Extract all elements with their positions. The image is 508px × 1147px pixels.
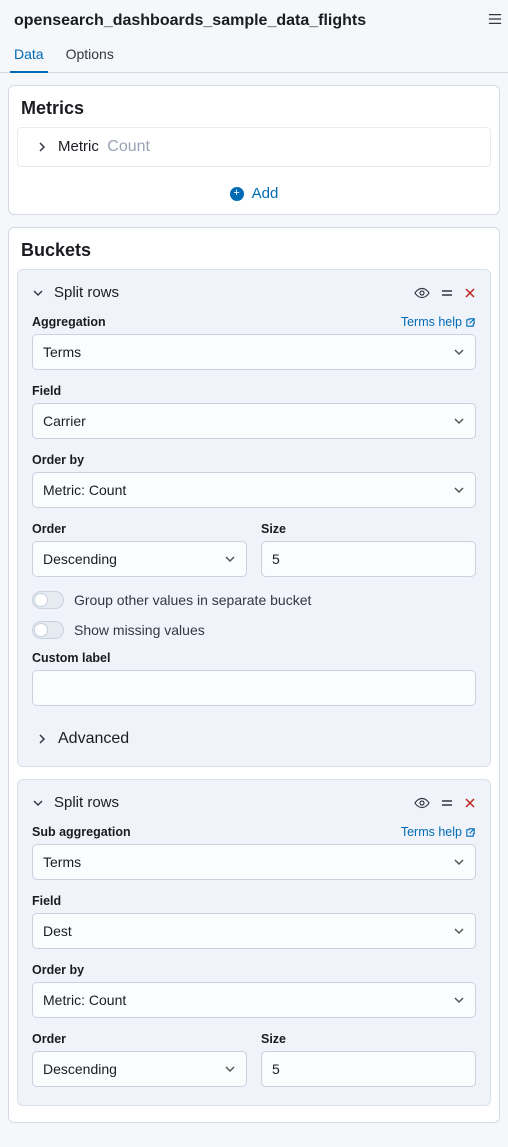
metric-label: Metric — [58, 138, 99, 155]
buckets-heading: Buckets — [9, 228, 499, 269]
terms-help-text: Terms help — [401, 315, 462, 329]
subaggregation-label: Sub aggregation — [32, 825, 131, 839]
chevron-right-icon — [36, 733, 48, 745]
advanced-toggle[interactable]: Advanced — [32, 720, 476, 762]
size-input[interactable] — [261, 1051, 476, 1087]
remove-icon[interactable] — [464, 797, 476, 809]
bucket-title: Split rows — [54, 794, 119, 811]
tabs: Data Options — [0, 38, 508, 73]
remove-icon[interactable] — [464, 287, 476, 299]
orderby-label: Order by — [32, 453, 84, 467]
terms-help-link[interactable]: Terms help — [401, 315, 476, 329]
aggregation-label: Aggregation — [32, 315, 106, 329]
orderby-select[interactable]: Metric: Count — [32, 472, 476, 508]
eye-icon[interactable] — [414, 285, 430, 301]
order-label: Order — [32, 1032, 66, 1046]
bucket-toggle[interactable]: Split rows — [32, 284, 119, 301]
group-other-label: Group other values in separate bucket — [74, 592, 311, 608]
bucket-toggle[interactable]: Split rows — [32, 794, 119, 811]
metrics-heading: Metrics — [9, 86, 499, 127]
group-other-toggle[interactable] — [32, 591, 64, 609]
advanced-label: Advanced — [58, 730, 129, 748]
add-metric-button[interactable]: + Add — [230, 185, 279, 202]
plus-circle-icon: + — [230, 187, 244, 201]
terms-help-link[interactable]: Terms help — [401, 825, 476, 839]
drag-handle-icon[interactable] — [440, 286, 454, 300]
bucket-card-2: Split rows Sub aggregation — [17, 779, 491, 1106]
orderby-label: Order by — [32, 963, 84, 977]
size-input[interactable] — [261, 541, 476, 577]
field-label: Field — [32, 894, 61, 908]
tab-options[interactable]: Options — [64, 38, 116, 72]
add-label: Add — [252, 185, 279, 202]
external-link-icon — [465, 827, 476, 838]
bucket-title: Split rows — [54, 284, 119, 301]
show-missing-label: Show missing values — [74, 622, 205, 638]
show-missing-toggle[interactable] — [32, 621, 64, 639]
custom-label-label: Custom label — [32, 651, 111, 665]
custom-label-input[interactable] — [32, 670, 476, 706]
eye-icon[interactable] — [414, 795, 430, 811]
order-select[interactable]: Descending — [32, 541, 247, 577]
external-link-icon — [465, 317, 476, 328]
chevron-right-icon — [36, 141, 48, 153]
drag-handle-icon[interactable] — [440, 796, 454, 810]
buckets-panel: Buckets Split rows — [8, 227, 500, 1123]
page-title: opensearch_dashboards_sample_data_flight… — [0, 0, 508, 38]
size-label: Size — [261, 522, 286, 536]
terms-help-text: Terms help — [401, 825, 462, 839]
order-label: Order — [32, 522, 66, 536]
field-label: Field — [32, 384, 61, 398]
hamburger-icon[interactable] — [488, 12, 502, 26]
bucket-card-1: Split rows Aggregation — [17, 269, 491, 767]
field-select[interactable]: Dest — [32, 913, 476, 949]
metric-item[interactable]: Metric Count — [17, 127, 491, 167]
metrics-panel: Metrics Metric Count + Add — [8, 85, 500, 215]
order-select[interactable]: Descending — [32, 1051, 247, 1087]
tab-data[interactable]: Data — [12, 38, 46, 72]
chevron-down-icon — [32, 287, 44, 299]
aggregation-select[interactable]: Terms — [32, 334, 476, 370]
subaggregation-select[interactable]: Terms — [32, 844, 476, 880]
orderby-select[interactable]: Metric: Count — [32, 982, 476, 1018]
chevron-down-icon — [32, 797, 44, 809]
size-label: Size — [261, 1032, 286, 1046]
metric-sublabel: Count — [107, 138, 150, 155]
field-select[interactable]: Carrier — [32, 403, 476, 439]
